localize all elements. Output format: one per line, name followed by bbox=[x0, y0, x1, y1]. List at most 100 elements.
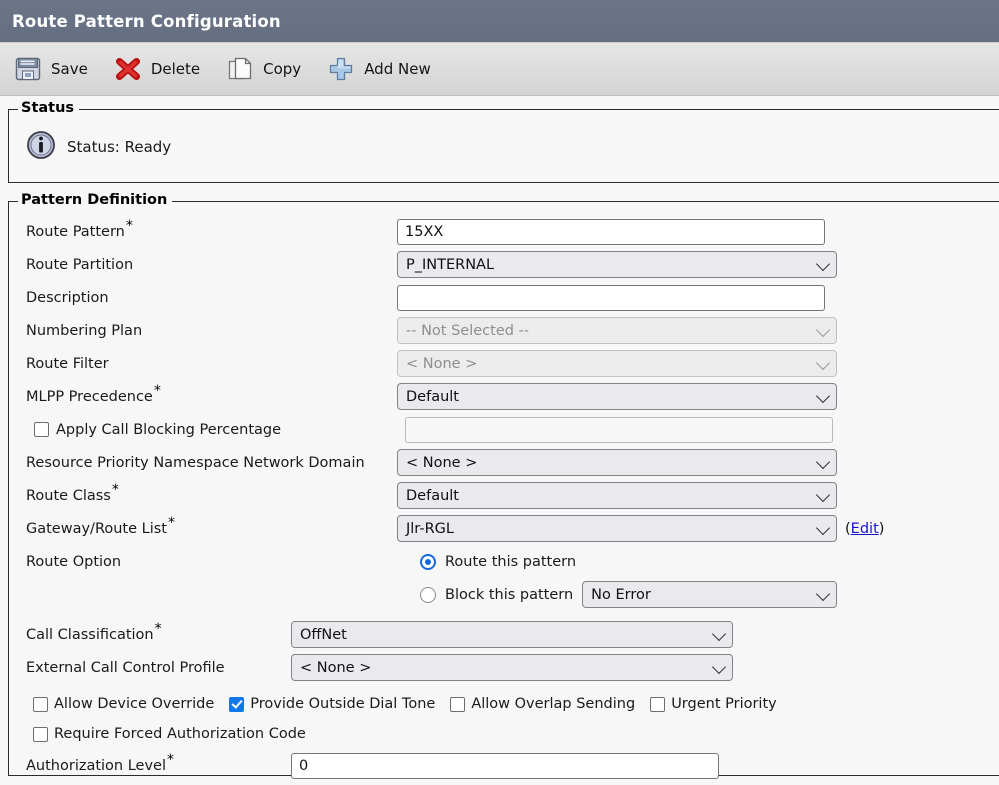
block-reason-select[interactable]: No Error bbox=[582, 581, 838, 608]
save-button[interactable]: Save bbox=[14, 55, 88, 83]
mlpp-precedence-select[interactable]: Default bbox=[397, 383, 837, 410]
mlpp-precedence-value: Default bbox=[406, 388, 459, 405]
authorization-level-label: Authorization Level* bbox=[26, 751, 175, 774]
allow-overlap-sending-label: Allow Overlap Sending bbox=[471, 696, 636, 712]
external-ccp-select[interactable]: < None > bbox=[291, 654, 733, 681]
save-label: Save bbox=[51, 60, 88, 78]
provide-outside-dial-tone-checkbox[interactable] bbox=[229, 696, 245, 712]
route-filter-select[interactable]: < None > bbox=[397, 350, 837, 377]
toolbar: Save Delete Copy Add New bbox=[0, 43, 999, 96]
row-route-option-block: Block this pattern No Error bbox=[9, 578, 999, 611]
allow-overlap-sending-item: Allow Overlap Sending bbox=[450, 696, 635, 712]
urgent-priority-label: Urgent Priority bbox=[671, 696, 777, 712]
status-panel: Status Status: Ready bbox=[8, 100, 999, 183]
pattern-definition-legend: Pattern Definition bbox=[18, 192, 173, 208]
route-filter-value: < None > bbox=[406, 355, 478, 372]
route-partition-value: P_INTERNAL bbox=[406, 256, 495, 273]
call-classification-label: Call Classification* bbox=[26, 620, 162, 643]
external-ccp-label: External Call Control Profile bbox=[26, 659, 225, 676]
allow-overlap-sending-checkbox[interactable] bbox=[450, 696, 466, 712]
delete-label: Delete bbox=[150, 60, 201, 78]
chevron-down-icon bbox=[711, 626, 727, 641]
row-route-option-route: Route Option Route this pattern bbox=[9, 545, 999, 578]
allow-device-override-checkbox[interactable] bbox=[33, 696, 48, 712]
route-class-value: Default bbox=[406, 487, 459, 504]
chevron-down-icon bbox=[815, 355, 831, 370]
copy-icon bbox=[226, 55, 254, 83]
status-text: Status: Ready bbox=[67, 138, 172, 156]
chevron-down-icon bbox=[815, 322, 831, 337]
chevron-down-icon bbox=[816, 586, 831, 601]
chevron-down-icon bbox=[815, 454, 831, 469]
add-new-button[interactable]: Add New bbox=[327, 55, 431, 83]
numbering-plan-select[interactable]: -- Not Selected -- bbox=[397, 317, 837, 344]
route-class-label: Route Class* bbox=[26, 481, 119, 504]
allow-device-override-item: Allow Device Override bbox=[33, 696, 214, 712]
window-title-bar: Route Pattern Configuration bbox=[0, 0, 999, 43]
block-this-pattern-radio[interactable] bbox=[420, 586, 436, 603]
delete-button[interactable]: Delete bbox=[114, 55, 200, 83]
rpnnd-label: Resource Priority Namespace Network Doma… bbox=[26, 454, 365, 471]
description-label: Description bbox=[26, 289, 109, 306]
pattern-definition-panel: Pattern Definition Route Pattern* Route … bbox=[8, 192, 999, 779]
apply-call-blocking-group: Apply Call Blocking Percentage bbox=[26, 422, 405, 438]
numbering-plan-label: Numbering Plan bbox=[26, 322, 143, 339]
row-route-class: Route Class* Default bbox=[9, 479, 999, 512]
require-forced-auth-item: Require Forced Authorization Code bbox=[33, 726, 306, 742]
rpnnd-value: < None > bbox=[406, 454, 478, 471]
call-classification-select[interactable]: OffNet bbox=[291, 621, 733, 648]
chevron-down-icon bbox=[815, 487, 831, 502]
chevron-down-icon bbox=[815, 256, 831, 271]
chevron-down-icon bbox=[815, 520, 831, 535]
options-checkbox-row: Allow Device Override Provide Outside Di… bbox=[9, 689, 999, 719]
external-ccp-value: < None > bbox=[300, 659, 372, 676]
apply-call-blocking-input[interactable] bbox=[405, 416, 833, 443]
row-route-partition: Route Partition P_INTERNAL bbox=[9, 248, 999, 281]
allow-device-override-label: Allow Device Override bbox=[54, 696, 215, 712]
row-description: Description bbox=[9, 281, 999, 314]
authorization-level-input[interactable] bbox=[291, 752, 719, 779]
row-authorization-level: Authorization Level* bbox=[9, 749, 999, 782]
delete-icon bbox=[114, 55, 142, 83]
gateway-route-list-select[interactable]: Jlr-RGL bbox=[397, 515, 837, 542]
route-partition-select[interactable]: P_INTERNAL bbox=[397, 251, 837, 278]
urgent-priority-item: Urgent Priority bbox=[650, 696, 777, 712]
numbering-plan-value: -- Not Selected -- bbox=[406, 322, 530, 339]
row-apply-call-blocking: Apply Call Blocking Percentage bbox=[9, 413, 999, 446]
provide-outside-dial-tone-label: Provide Outside Dial Tone bbox=[250, 696, 436, 712]
rpnnd-select[interactable]: < None > bbox=[397, 449, 837, 476]
row-route-filter: Route Filter < None > bbox=[9, 347, 999, 380]
block-this-pattern-label: Block this pattern bbox=[445, 586, 574, 603]
row-numbering-plan: Numbering Plan -- Not Selected -- bbox=[9, 314, 999, 347]
require-forced-authorization-code-label: Require Forced Authorization Code bbox=[54, 726, 306, 742]
gateway-route-list-label: Gateway/Route List* bbox=[26, 514, 175, 537]
edit-gateway-route-list-link[interactable]: Edit bbox=[851, 521, 879, 537]
chevron-down-icon bbox=[711, 659, 727, 674]
add-new-label: Add New bbox=[364, 60, 431, 78]
apply-call-blocking-checkbox[interactable] bbox=[34, 422, 49, 437]
route-this-pattern-label: Route this pattern bbox=[445, 553, 577, 570]
gateway-route-list-value: Jlr-RGL bbox=[406, 520, 454, 537]
row-route-pattern: Route Pattern* bbox=[9, 215, 999, 248]
call-classification-value: OffNet bbox=[300, 626, 347, 643]
block-reason-value: No Error bbox=[591, 586, 651, 603]
route-partition-label: Route Partition bbox=[26, 256, 134, 273]
mlpp-precedence-label: MLPP Precedence* bbox=[26, 382, 161, 405]
urgent-priority-checkbox[interactable] bbox=[650, 696, 666, 712]
route-pattern-label: Route Pattern* bbox=[26, 217, 133, 240]
require-forced-authorization-code-checkbox[interactable] bbox=[33, 726, 48, 742]
row-mlpp-precedence: MLPP Precedence* Default bbox=[9, 380, 999, 413]
route-filter-label: Route Filter bbox=[26, 355, 109, 372]
route-class-select[interactable]: Default bbox=[397, 482, 837, 509]
info-icon bbox=[26, 130, 56, 164]
provide-outside-dial-tone-item: Provide Outside Dial Tone bbox=[229, 696, 435, 712]
route-pattern-input[interactable] bbox=[397, 218, 825, 245]
route-this-pattern-radio[interactable] bbox=[420, 553, 436, 570]
row-gateway-route-list: Gateway/Route List* Jlr-RGL (Edit) bbox=[9, 512, 999, 545]
copy-label: Copy bbox=[263, 60, 302, 78]
copy-button[interactable]: Copy bbox=[226, 55, 301, 83]
require-forced-auth-row: Require Forced Authorization Code bbox=[9, 719, 999, 749]
description-input[interactable] bbox=[397, 284, 825, 311]
route-option-label: Route Option bbox=[26, 553, 122, 570]
row-rpnnd: Resource Priority Namespace Network Doma… bbox=[9, 446, 999, 479]
